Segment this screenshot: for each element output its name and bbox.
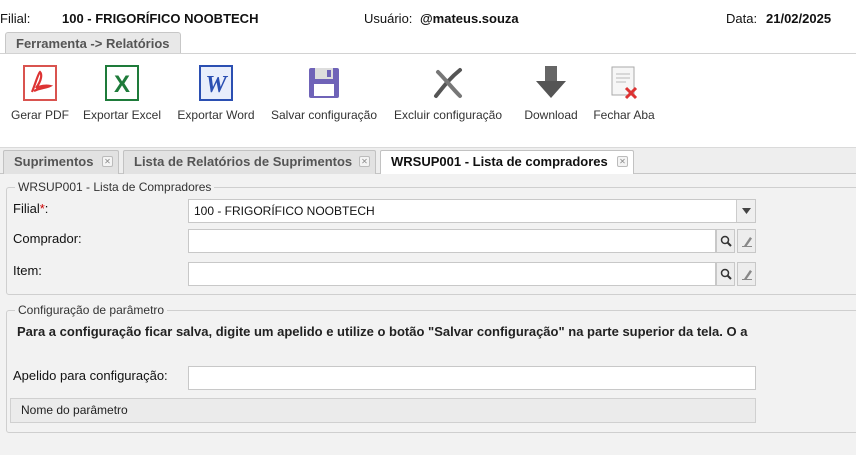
tab-bar: Suprimentos ✕ Lista de Relatórios de Sup… (0, 147, 856, 175)
word-icon: W (198, 64, 234, 102)
user-value: @mateus.souza (420, 11, 519, 26)
close-icon[interactable]: ✕ (617, 156, 628, 167)
close-tab-button[interactable]: Fechar Aba (592, 64, 656, 122)
item-field-label: Item: (13, 263, 42, 278)
generate-pdf-button[interactable]: Gerar PDF (10, 64, 70, 122)
excel-icon: X (104, 64, 140, 102)
search-icon[interactable] (716, 229, 735, 253)
svg-text:X: X (114, 71, 130, 98)
filters-legend: WRSUP001 - Lista de Compradores (18, 180, 212, 194)
tab-suprimentos[interactable]: Suprimentos ✕ (3, 150, 119, 174)
close-icon[interactable]: ✕ (102, 156, 113, 167)
export-excel-button[interactable]: X Exportar Excel (82, 64, 162, 122)
date-value: 21/02/2025 (766, 11, 832, 26)
delete-config-label: Excluir configuração (393, 108, 503, 122)
pdf-icon (22, 64, 58, 102)
config-legend: Configuração de parâmetro (18, 303, 165, 317)
delete-config-button[interactable]: Excluir configuração (392, 64, 504, 122)
tab-label: WRSUP001 - Lista de compradores (391, 154, 608, 169)
branch-select-value: 100 - FRIGORÍFICO NOOBTECH (194, 204, 375, 218)
search-icon[interactable] (716, 262, 735, 286)
item-input[interactable] (188, 262, 716, 286)
generate-pdf-label: Gerar PDF (10, 108, 69, 122)
svg-text:W: W (205, 72, 228, 98)
buyer-field-label: Comprador: (13, 231, 82, 246)
chevron-down-icon[interactable] (736, 200, 755, 222)
tab-label: Lista de Relatórios de Suprimentos (134, 154, 353, 169)
toolbar: Gerar PDF X Exportar Excel W Exportar Wo… (0, 54, 856, 147)
export-word-button[interactable]: W Exportar Word (176, 64, 256, 122)
nickname-input[interactable] (188, 366, 756, 390)
branch-label: Filial: (0, 11, 31, 26)
parameter-grid-header: Nome do parâmetro (10, 398, 756, 423)
save-config-button[interactable]: Salvar configuração (270, 64, 378, 122)
buyer-input[interactable] (188, 229, 716, 253)
branch-select[interactable]: 100 - FRIGORÍFICO NOOBTECH (188, 199, 756, 223)
branch-field-label: Filial*: (13, 201, 49, 216)
config-info-text: Para a configuração ficar salva, digite … (17, 324, 748, 339)
save-config-label: Salvar configuração (270, 108, 378, 122)
eraser-icon[interactable] (737, 229, 756, 253)
top-header: Filial: 100 - FRIGORÍFICO NOOBTECH Usuár… (0, 0, 856, 36)
main-content: WRSUP001 - Lista de Compradores Filial*:… (0, 174, 856, 455)
tab-lista-relatorios[interactable]: Lista de Relatórios de Suprimentos ✕ (123, 150, 376, 174)
eraser-icon[interactable] (737, 262, 756, 286)
nickname-field-label: Apelido para configuração: (13, 368, 168, 383)
download-arrow-icon (533, 64, 569, 102)
close-tab-label: Fechar Aba (593, 108, 655, 122)
download-label: Download (524, 108, 578, 122)
tab-wrsup001[interactable]: WRSUP001 - Lista de compradores ✕ (380, 150, 634, 175)
delete-x-icon (430, 64, 466, 102)
export-word-label: Exportar Word (177, 108, 255, 122)
export-excel-label: Exportar Excel (82, 108, 162, 122)
tab-label: Suprimentos (14, 154, 94, 169)
tab-tools-reports[interactable]: Ferramenta -> Relatórios (5, 32, 181, 54)
close-document-icon (606, 64, 642, 102)
user-label: Usuário: (364, 11, 413, 26)
floppy-disk-icon (306, 64, 342, 102)
date-label: Data: (726, 11, 758, 26)
close-icon[interactable]: ✕ (359, 156, 370, 167)
download-button[interactable]: Download (522, 64, 580, 122)
branch-value: 100 - FRIGORÍFICO NOOBTECH (62, 11, 259, 26)
